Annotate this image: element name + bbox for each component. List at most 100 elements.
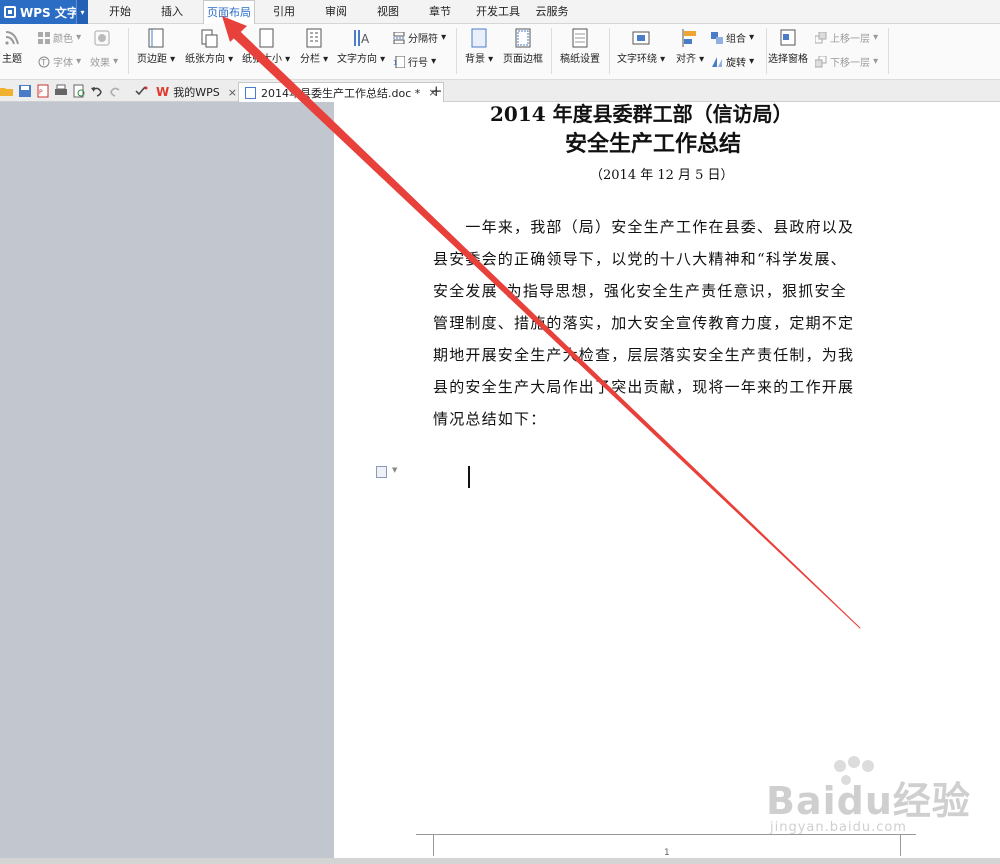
- wps-brand-icon: W: [156, 85, 170, 99]
- svg-text:A: A: [361, 32, 370, 46]
- color-button[interactable]: 颜色 ▾: [38, 30, 81, 45]
- effect-button[interactable]: 效果 ▾: [90, 54, 118, 69]
- color-grid-icon: [38, 31, 50, 44]
- wrap-text-icon: [632, 31, 650, 45]
- background-label: 背景 ▾: [465, 54, 494, 65]
- rotate-icon: [712, 56, 722, 67]
- tab-my-wps-label: 我的WPS: [173, 86, 220, 99]
- background-button[interactable]: 背景 ▾: [465, 28, 493, 65]
- wrap-text-button[interactable]: 文字环绕 ▾: [617, 28, 665, 65]
- selection-pane-button[interactable]: 选择窗格: [768, 28, 808, 65]
- bring-forward-icon: [815, 31, 827, 43]
- watermark-text: Baidu经验: [766, 779, 971, 823]
- export-pdf-icon[interactable]: P: [36, 84, 50, 98]
- footer-margin-left: [433, 834, 434, 856]
- paper-size-label: 纸张大小 ▾: [242, 54, 291, 65]
- wrap-text-label: 文字环绕 ▾: [617, 54, 666, 65]
- quick-access-dropdown-icon[interactable]: [134, 84, 148, 98]
- undo-icon[interactable]: [90, 84, 104, 98]
- margins-button[interactable]: 页边距 ▾: [137, 28, 175, 65]
- effect-square-icon: [94, 30, 110, 46]
- line-numbers-label: 行号: [408, 58, 428, 69]
- manuscript-button[interactable]: 稿纸设置: [560, 28, 600, 65]
- manuscript-icon: [572, 28, 588, 48]
- close-icon[interactable]: ×: [228, 86, 237, 99]
- margins-label: 页边距 ▾: [137, 54, 176, 65]
- breaks-icon: [393, 31, 405, 44]
- tab-chapter[interactable]: 章节: [420, 0, 460, 24]
- tab-page-layout[interactable]: 页面布局: [203, 0, 255, 25]
- chevron-down-icon[interactable]: ▾: [76, 0, 88, 24]
- page-border-icon: [515, 28, 531, 48]
- app-menu-button[interactable]: WPS 文字 ▾: [0, 0, 88, 24]
- bring-forward-label: 上移一层: [830, 34, 870, 45]
- paper-size-button[interactable]: 纸张大小 ▾: [242, 28, 290, 65]
- manuscript-label: 稿纸设置: [560, 54, 600, 65]
- tab-insert[interactable]: 插入: [152, 0, 192, 24]
- font-label: 字体: [53, 58, 73, 69]
- print-preview-icon[interactable]: [72, 84, 86, 98]
- document-title-line-2: 安全生产工作总结: [565, 131, 742, 157]
- save-icon[interactable]: [18, 84, 32, 98]
- tab-references[interactable]: 引用: [264, 0, 304, 24]
- send-backward-button[interactable]: 下移一层 ▾: [815, 54, 878, 69]
- selection-pane-label: 选择窗格: [768, 54, 808, 65]
- paragraph-layout-icon[interactable]: [376, 466, 387, 478]
- svg-text:P: P: [39, 89, 43, 96]
- color-label: 颜色: [53, 34, 73, 45]
- body-text-line: 期地开展安全生产大检查，层层落实安全生产责任制，为我: [433, 346, 855, 364]
- tab-view[interactable]: 视图: [368, 0, 408, 24]
- text-direction-icon: A: [354, 30, 370, 46]
- body-text-line: 情况总结如下：: [433, 410, 547, 428]
- margins-icon: [148, 28, 164, 48]
- breaks-label: 分隔符: [408, 34, 438, 45]
- body-text-line: 安全发展”为指导思想，强化安全生产责任意识，狠抓安全: [433, 282, 847, 300]
- tab-review[interactable]: 审阅: [316, 0, 356, 24]
- send-backward-label: 下移一层: [830, 58, 870, 69]
- tab-document-label: 2014年县委生产工作总结.doc *: [261, 86, 421, 100]
- print-icon[interactable]: [54, 84, 68, 98]
- rotate-label: 旋转: [726, 58, 746, 69]
- theme-button[interactable]: 主题: [2, 28, 22, 65]
- new-tab-plus-icon[interactable]: +: [430, 82, 443, 100]
- breaks-button[interactable]: 分隔符 ▾: [393, 30, 446, 45]
- font-circle-icon: T: [38, 56, 50, 67]
- document-icon: [245, 86, 256, 99]
- text-cursor: [468, 466, 470, 488]
- orientation-icon: [201, 29, 218, 48]
- svg-text:1: 1: [393, 59, 397, 67]
- tab-my-wps[interactable]: W 我的WPS ×: [150, 82, 243, 102]
- tab-developer[interactable]: 开发工具: [472, 0, 524, 24]
- text-direction-button[interactable]: A 文字方向 ▾: [337, 28, 385, 65]
- open-folder-icon[interactable]: [0, 84, 14, 98]
- status-strip: [0, 858, 1000, 864]
- body-text-line: 县安委会的正确领导下，以党的十八大精神和“科学发展、: [433, 250, 847, 268]
- bring-forward-button[interactable]: 上移一层 ▾: [815, 30, 878, 45]
- document-title-line-1: 2014 年度县委群工部（信访局）: [490, 102, 793, 126]
- tab-current-document[interactable]: 2014年县委生产工作总结.doc * ×: [238, 82, 445, 102]
- wps-logo-icon: [4, 6, 16, 18]
- page-border-button[interactable]: 页面边框: [503, 28, 543, 65]
- chevron-down-icon[interactable]: ▼: [392, 466, 397, 474]
- app-name: WPS 文字: [20, 5, 79, 20]
- tab-cloud[interactable]: 云服务: [532, 0, 572, 24]
- group-button[interactable]: 组合 ▾: [711, 30, 754, 45]
- effect-label: 效果: [90, 58, 110, 69]
- orientation-button[interactable]: 纸张方向 ▾: [185, 28, 233, 65]
- align-icon: [682, 29, 697, 47]
- font-theme-button[interactable]: T 字体 ▾: [38, 54, 81, 69]
- background-icon: [471, 28, 487, 48]
- page-number: 1: [664, 848, 670, 858]
- workspace-background: [0, 102, 334, 864]
- group-icon: [711, 31, 723, 44]
- paper-size-icon: [259, 28, 274, 48]
- redo-icon[interactable]: [108, 84, 122, 98]
- columns-button[interactable]: 分栏 ▾: [300, 28, 328, 65]
- tab-home[interactable]: 开始: [100, 0, 140, 24]
- line-numbers-button[interactable]: 1 行号 ▾: [393, 54, 436, 69]
- rotate-button[interactable]: 旋转 ▾: [711, 54, 754, 69]
- body-text-line: 管理制度、措施的落实，加大安全宣传教育力度，定期不定: [433, 314, 855, 332]
- align-button[interactable]: 对齐 ▾: [676, 28, 704, 65]
- body-text-line: 一年来，我部（局）安全生产工作在县委、县政府以及: [433, 218, 855, 236]
- effect-icon-button[interactable]: [94, 30, 113, 46]
